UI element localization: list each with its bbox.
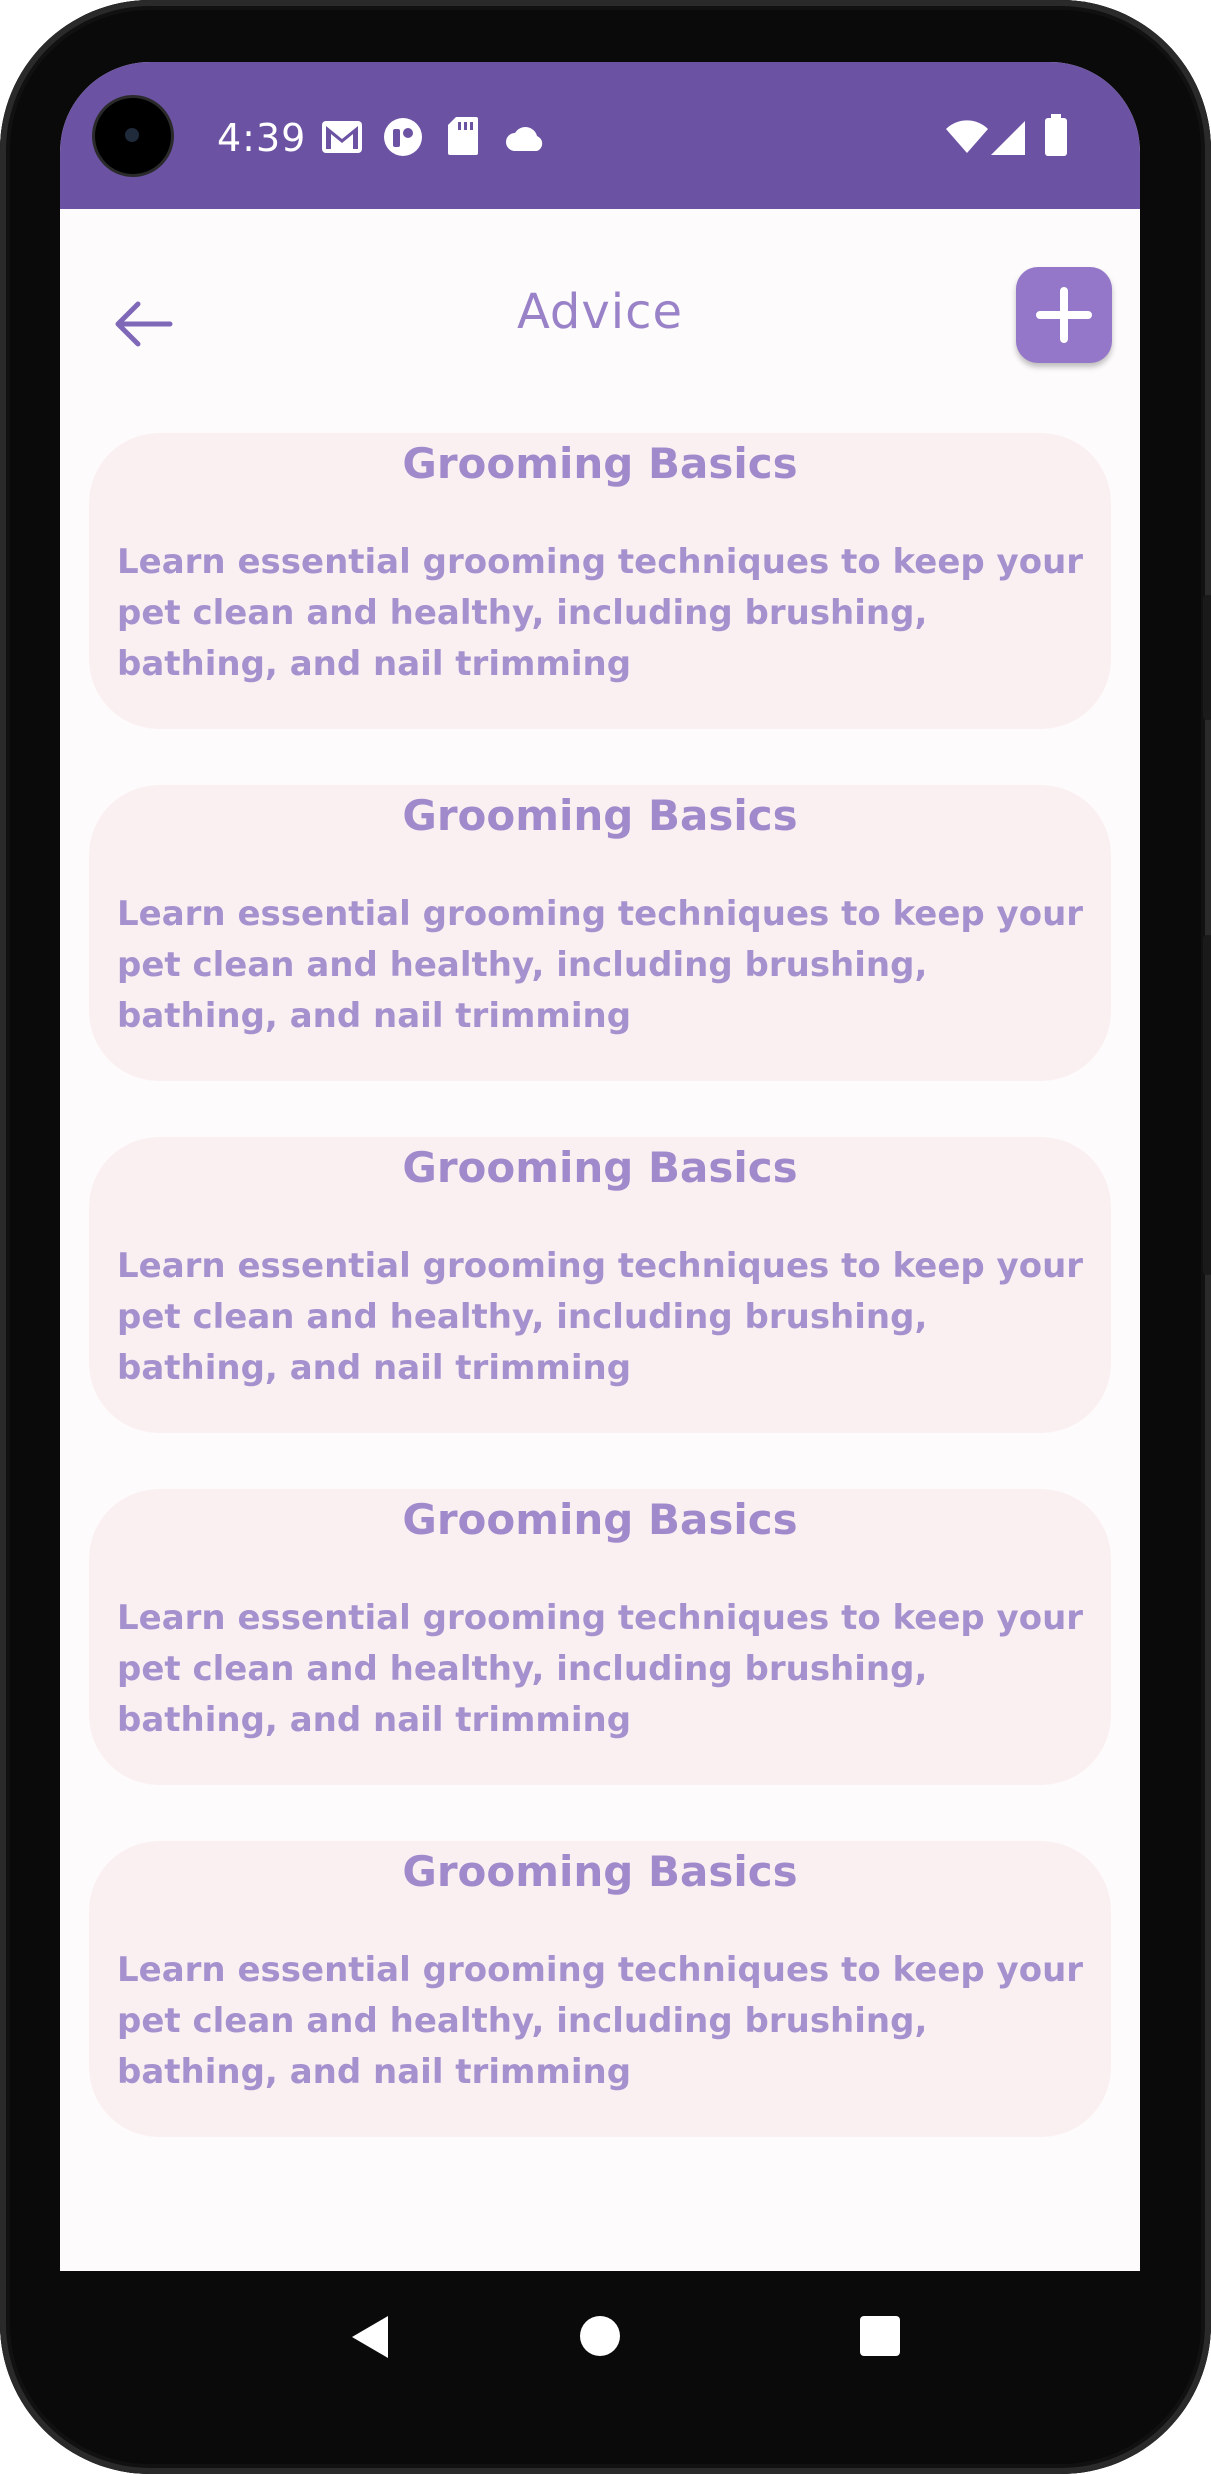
page-title: Advice	[516, 284, 684, 340]
volume-button	[1203, 935, 1211, 1275]
app-icon	[384, 118, 422, 156]
power-button	[1203, 595, 1211, 720]
navigation-bar	[60, 2271, 1140, 2401]
card-description: Learn essential grooming techniques to k…	[117, 1598, 1084, 1740]
card-description: Learn essential grooming techniques to k…	[117, 894, 1084, 1036]
advice-card[interactable]: Grooming Basics Learn essential grooming…	[89, 1137, 1111, 1433]
add-advice-button[interactable]	[1016, 267, 1112, 363]
advice-card[interactable]: Grooming Basics Learn essential grooming…	[89, 1489, 1111, 1785]
status-time: 4:39	[217, 116, 307, 160]
card-title: Grooming Basics	[402, 1143, 798, 1192]
card-title: Grooming Basics	[402, 1495, 798, 1544]
card-title: Grooming Basics	[402, 439, 798, 488]
signal-icon	[991, 121, 1025, 155]
advice-card[interactable]: Grooming Basics Learn essential grooming…	[89, 785, 1111, 1081]
nav-recents-icon[interactable]	[860, 2316, 900, 2356]
nav-home-icon[interactable]	[580, 2316, 620, 2356]
cloud-icon	[506, 127, 543, 151]
status-bar: 4:39	[60, 62, 1140, 209]
card-description: Learn essential grooming techniques to k…	[117, 542, 1084, 684]
wifi-icon	[946, 120, 988, 153]
sd-card-icon	[448, 117, 478, 155]
card-description: Learn essential grooming techniques to k…	[117, 1950, 1084, 2092]
camera-icon	[95, 98, 171, 174]
screen: 4:39 Advice Grooming Basics Learn essent…	[60, 62, 1140, 2271]
card-title: Grooming Basics	[402, 791, 798, 840]
nav-back-icon[interactable]	[350, 2314, 390, 2360]
advice-card[interactable]: Grooming Basics Learn essential grooming…	[89, 433, 1111, 729]
card-description: Learn essential grooming techniques to k…	[117, 1246, 1084, 1388]
gmail-icon	[322, 121, 362, 153]
plus-icon	[1036, 287, 1092, 343]
advice-card[interactable]: Grooming Basics Learn essential grooming…	[89, 1841, 1111, 2137]
phone-frame: 4:39 Advice Grooming Basics Learn essent…	[0, 0, 1211, 2474]
card-title: Grooming Basics	[402, 1847, 798, 1896]
battery-icon	[1045, 114, 1067, 156]
